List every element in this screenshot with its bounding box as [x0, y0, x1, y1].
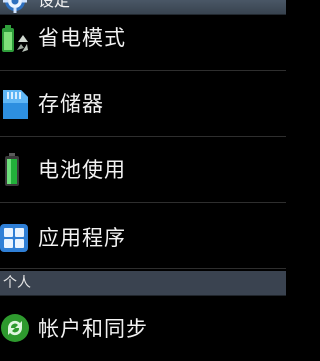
sync-icon — [1, 314, 29, 342]
battery-icon — [5, 153, 19, 186]
apps-grid-icon — [0, 224, 28, 252]
section-title: 个人 — [3, 275, 31, 291]
menu-item-label: 存储器 — [38, 92, 104, 116]
menu-item-power-saving[interactable]: 省电模式 — [0, 6, 286, 71]
menu-item-applications[interactable]: 应用程序 — [0, 204, 286, 269]
menu-item-label: 应用程序 — [38, 226, 126, 250]
menu-item-storage[interactable]: 存储器 — [0, 72, 286, 137]
menu-item-label: 帐户和同步 — [38, 317, 148, 341]
sd-card-icon — [3, 90, 28, 119]
power-saving-icon — [2, 25, 28, 52]
menu-item-accounts-sync[interactable]: 帐户和同步 — [0, 296, 286, 361]
menu-item-label: 电池使用 — [38, 158, 126, 182]
menu-item-label: 省电模式 — [38, 26, 126, 50]
section-header-personal: 个人 — [0, 271, 286, 296]
menu-item-battery-usage[interactable]: 电池使用 — [0, 138, 286, 203]
